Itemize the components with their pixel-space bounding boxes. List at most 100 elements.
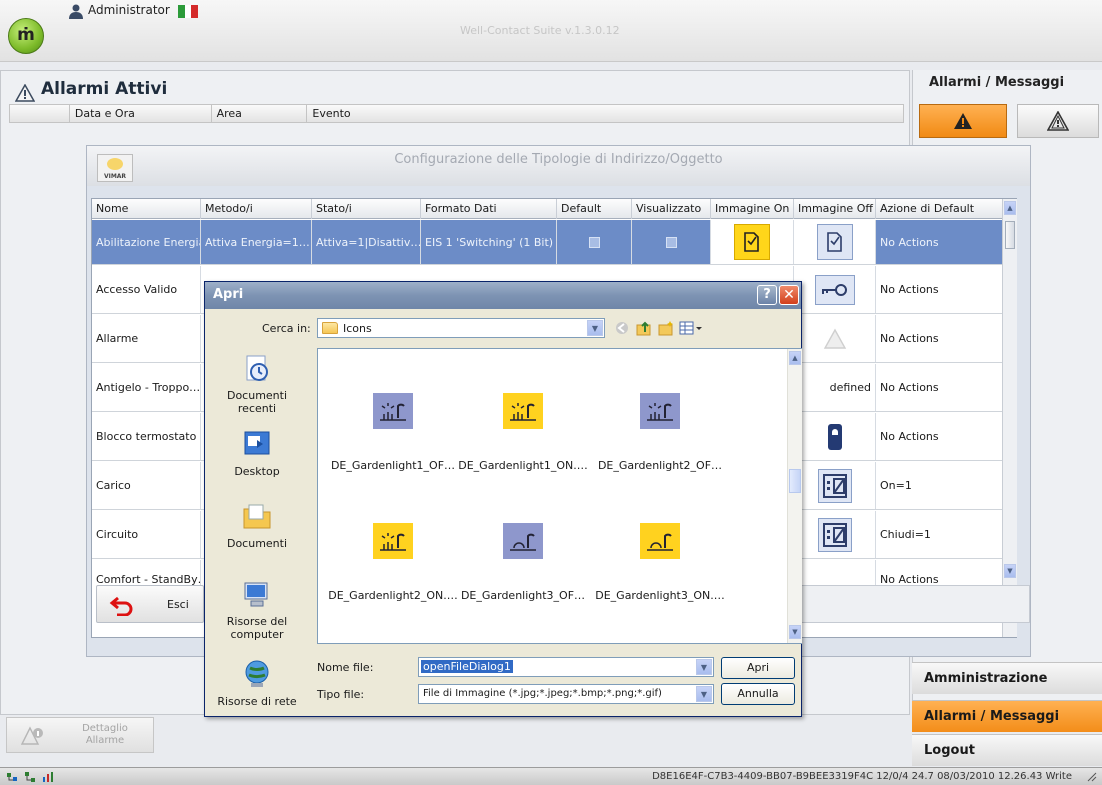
- back-icon[interactable]: [613, 320, 631, 336]
- alarm-warning-icon: [15, 84, 35, 102]
- nav-administration[interactable]: Amministrazione: [912, 662, 1102, 694]
- scroll-up-arrow[interactable]: ▲: [789, 351, 801, 365]
- grid-scrollbar[interactable]: ▲ ▼: [1002, 199, 1017, 637]
- place-network[interactable]: Risorse di rete: [211, 658, 303, 708]
- scroll-up-arrow[interactable]: ▲: [1004, 201, 1016, 215]
- documents-folder-icon: [243, 504, 271, 529]
- col-formato-dati[interactable]: Formato Dati: [421, 199, 557, 219]
- file-name-value: openFileDialog1: [421, 660, 513, 673]
- alarm-detail-button[interactable]: Dettaglio Allarme: [6, 717, 154, 753]
- help-button[interactable]: ?: [757, 285, 777, 305]
- list-item[interactable]: DE_Gardenlight1_OF…: [323, 393, 463, 472]
- dialog-title: Apri: [213, 287, 244, 302]
- file-list-view[interactable]: DE_Gardenlight1_OF… DE_Gardenlight1_ON.……: [317, 348, 802, 644]
- look-in-combo[interactable]: Icons ▼: [317, 318, 605, 338]
- cell-image-off: [794, 511, 876, 558]
- col-area[interactable]: Area: [212, 105, 308, 122]
- cell-nome: Carico: [92, 462, 201, 509]
- col-immagine-on[interactable]: Immagine On: [711, 199, 794, 219]
- top-bar: ṁ Administrator Well-Contact Suite v.1.3…: [0, 0, 1102, 62]
- file-name: DE_Gardenlight1_OF…: [330, 459, 456, 472]
- list-item[interactable]: DE_Gardenlight3_ON.…: [590, 523, 730, 602]
- load-icon[interactable]: [817, 468, 852, 503]
- col-azione-default[interactable]: Azione di Default: [876, 199, 1002, 219]
- cell-azione: No Actions: [880, 235, 939, 249]
- alarm-detail-icon: [21, 726, 43, 745]
- list-item[interactable]: DE_Gardenlight1_ON.…: [453, 393, 593, 472]
- view-menu-icon[interactable]: [679, 320, 703, 336]
- col-date-time[interactable]: Data e Ora: [70, 105, 212, 122]
- file-name: DE_Gardenlight2_ON.…: [328, 589, 458, 602]
- cancel-button[interactable]: Annulla: [721, 683, 795, 705]
- status-bar: D8E16E4F-C7B3-4409-BB07-B9BEE3319F4C 12/…: [0, 767, 1102, 785]
- place-recent-documents[interactable]: Documenti recenti: [211, 352, 303, 415]
- cell-default: [557, 220, 632, 264]
- cell-stato: Attiva=1|Disattiv…: [312, 220, 421, 264]
- circuit-icon[interactable]: [817, 517, 852, 552]
- scroll-down-arrow[interactable]: ▼: [789, 625, 801, 639]
- file-name: DE_Gardenlight1_ON.…: [458, 459, 588, 472]
- default-checkbox[interactable]: [588, 236, 600, 248]
- alarm-table-header: Data e Ora Area Evento: [9, 104, 904, 123]
- places-bar: Documenti recenti Desktop Documenti Riso…: [211, 342, 303, 708]
- new-folder-icon[interactable]: [657, 320, 675, 336]
- chevron-down-icon[interactable]: ▼: [696, 659, 712, 675]
- list-item[interactable]: DE_Gardenlight2_OF…: [590, 393, 730, 472]
- file-type-select[interactable]: File di Immagine (*.jpg;*.jpeg;*.bmp;*.p…: [418, 684, 714, 704]
- exit-label: Esci: [167, 598, 189, 611]
- place-my-computer[interactable]: Risorse del computer: [211, 578, 303, 641]
- col-visualizzato[interactable]: Visualizzato: [632, 199, 711, 219]
- resize-grip-icon[interactable]: [1086, 771, 1098, 783]
- alarm-off-icon[interactable]: [823, 328, 847, 350]
- active-alarms-button[interactable]: [919, 104, 1007, 138]
- garden-light-on-icon: [373, 523, 413, 559]
- col-nome[interactable]: Nome: [92, 199, 201, 219]
- table-row[interactable]: Abilitazione Energia Attiva Energia=1… A…: [92, 220, 1002, 265]
- open-button[interactable]: Apri: [721, 657, 795, 679]
- dialog-titlebar[interactable]: Apri ? ✕: [205, 282, 801, 309]
- energy-off-icon[interactable]: [816, 224, 853, 260]
- recent-documents-icon: [246, 355, 268, 381]
- file-name: DE_Gardenlight3_OF…: [460, 589, 586, 602]
- scroll-down-arrow[interactable]: ▼: [1004, 564, 1016, 578]
- app-logo-icon[interactable]: ṁ: [8, 18, 44, 54]
- logo-glyph: ṁ: [17, 25, 35, 45]
- col-stato[interactable]: Stato/i: [312, 199, 421, 219]
- col-metodo[interactable]: Metodo/i: [201, 199, 312, 219]
- config-titlebar: VIMAR Configurazione delle Tipologie di …: [87, 146, 1030, 186]
- scroll-thumb[interactable]: [789, 469, 801, 493]
- header-spacer: [10, 105, 70, 122]
- visible-checkbox[interactable]: [665, 236, 677, 248]
- col-event[interactable]: Evento: [307, 105, 903, 122]
- desktop-icon: [244, 431, 270, 455]
- up-folder-icon[interactable]: [635, 320, 653, 336]
- place-desktop[interactable]: Desktop: [211, 428, 303, 478]
- nav-logout[interactable]: Logout: [912, 734, 1102, 766]
- warning-outline-icon: [1047, 111, 1069, 131]
- config-window-title: Configurazione delle Tipologie di Indiri…: [394, 152, 723, 167]
- list-item[interactable]: DE_Gardenlight2_ON.…: [323, 523, 463, 602]
- chevron-down-icon[interactable]: ▼: [696, 686, 712, 702]
- alarm-messages-button[interactable]: [1017, 104, 1099, 138]
- nav-alarms-messages[interactable]: Allarmi / Messaggi: [912, 700, 1102, 732]
- file-name-input[interactable]: openFileDialog1 ▼: [418, 657, 714, 677]
- back-arrow-icon: [109, 596, 133, 616]
- col-immagine-off[interactable]: Immagine Off: [794, 199, 876, 219]
- energy-on-icon[interactable]: [734, 224, 770, 260]
- cell-nome: Circuito: [92, 511, 201, 558]
- chevron-down-icon[interactable]: ▼: [587, 320, 603, 336]
- status-text: D8E16E4F-C7B3-4409-BB07-B9BEE3319F4C 12/…: [652, 771, 1072, 782]
- exit-button[interactable]: Esci: [96, 585, 204, 623]
- key-icon[interactable]: [814, 274, 855, 305]
- scroll-thumb[interactable]: [1005, 221, 1015, 249]
- user-icon: [69, 4, 83, 19]
- garden-light-off-icon: [503, 523, 543, 559]
- thermostat-lock-icon[interactable]: [824, 422, 846, 452]
- italian-flag-icon[interactable]: [178, 5, 199, 18]
- list-item[interactable]: DE_Gardenlight3_OF…: [453, 523, 593, 602]
- folder-icon: [322, 322, 338, 334]
- file-list-scrollbar[interactable]: ▲ ▼: [787, 349, 802, 643]
- col-default[interactable]: Default: [557, 199, 632, 219]
- place-documents[interactable]: Documenti: [211, 500, 303, 550]
- close-button[interactable]: ✕: [779, 285, 799, 305]
